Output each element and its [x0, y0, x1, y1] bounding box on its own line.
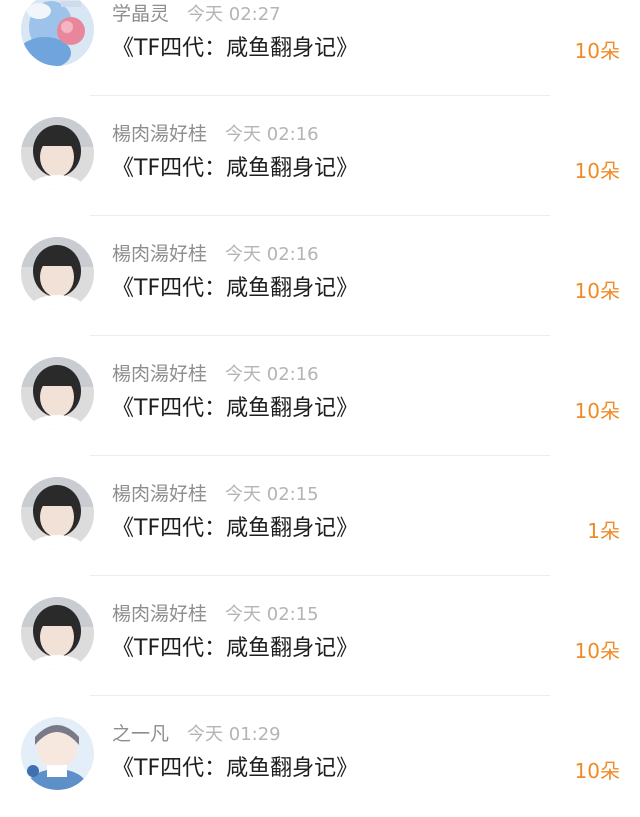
avatar[interactable] [21, 357, 94, 430]
gift-meta: 楊肉湯好桂 今天 02:15 [112, 481, 319, 507]
book-title[interactable]: 《TF四代：咸鱼翻身记》 [112, 754, 358, 784]
timestamp: 今天 02:27 [187, 4, 281, 25]
avatar[interactable] [21, 237, 94, 310]
avatar[interactable] [21, 717, 94, 790]
username[interactable]: 楊肉湯好桂 [112, 363, 207, 385]
anime-avatar-icon [21, 0, 94, 66]
gift-meta: 楊肉湯好桂 今天 02:15 [112, 601, 319, 627]
list-item[interactable]: 楊肉湯好桂 今天 02:15 《TF四代：咸鱼翻身记》 1朵 [0, 457, 640, 577]
gift-meta: 之一凡 今天 01:29 [112, 721, 281, 747]
flower-count: 10朵 [574, 759, 620, 783]
gift-meta: 学晶灵 今天 02:27 [112, 1, 281, 27]
divider [90, 455, 550, 456]
avatar[interactable] [21, 0, 94, 66]
timestamp: 今天 02:16 [225, 124, 319, 145]
book-title[interactable]: 《TF四代：咸鱼翻身记》 [112, 34, 358, 64]
gift-meta: 楊肉湯好桂 今天 02:16 [112, 121, 319, 147]
flower-count: 1朵 [587, 519, 620, 543]
list-item[interactable]: 楊肉湯好桂 今天 02:16 《TF四代：咸鱼翻身记》 10朵 [0, 217, 640, 337]
username[interactable]: 楊肉湯好桂 [112, 123, 207, 145]
divider [90, 695, 550, 696]
divider [90, 95, 550, 96]
gift-meta: 楊肉湯好桂 今天 02:16 [112, 241, 319, 267]
username[interactable]: 楊肉湯好桂 [112, 483, 207, 505]
avatar[interactable] [21, 597, 94, 670]
flower-count: 10朵 [574, 279, 620, 303]
timestamp: 今天 02:16 [225, 244, 319, 265]
flower-count: 10朵 [574, 159, 620, 183]
divider [90, 575, 550, 576]
portrait-avatar-icon [21, 477, 94, 550]
book-title[interactable]: 《TF四代：咸鱼翻身记》 [112, 154, 358, 184]
anime-avatar-icon [21, 717, 94, 790]
username[interactable]: 楊肉湯好桂 [112, 243, 207, 265]
portrait-avatar-icon [21, 357, 94, 430]
timestamp: 今天 02:15 [225, 604, 319, 625]
avatar[interactable] [21, 117, 94, 190]
book-title[interactable]: 《TF四代：咸鱼翻身记》 [112, 394, 358, 424]
username[interactable]: 之一凡 [112, 723, 169, 745]
list-item[interactable]: 楊肉湯好桂 今天 02:16 《TF四代：咸鱼翻身记》 10朵 [0, 97, 640, 217]
portrait-avatar-icon [21, 597, 94, 670]
book-title[interactable]: 《TF四代：咸鱼翻身记》 [112, 514, 358, 544]
list-item[interactable]: 楊肉湯好桂 今天 02:16 《TF四代：咸鱼翻身记》 10朵 [0, 337, 640, 457]
divider [90, 335, 550, 336]
portrait-avatar-icon [21, 117, 94, 190]
flower-count: 10朵 [574, 639, 620, 663]
book-title[interactable]: 《TF四代：咸鱼翻身记》 [112, 274, 358, 304]
username[interactable]: 楊肉湯好桂 [112, 603, 207, 625]
timestamp: 今天 02:16 [225, 364, 319, 385]
portrait-avatar-icon [21, 237, 94, 310]
flower-count: 10朵 [574, 39, 620, 63]
timestamp: 今天 01:29 [187, 724, 281, 745]
timestamp: 今天 02:15 [225, 484, 319, 505]
book-title[interactable]: 《TF四代：咸鱼翻身记》 [112, 634, 358, 664]
list-item[interactable]: 之一凡 今天 01:29 《TF四代：咸鱼翻身记》 10朵 [0, 697, 640, 817]
divider [90, 215, 550, 216]
list-item[interactable]: 学晶灵 今天 02:27 《TF四代：咸鱼翻身记》 10朵 [0, 0, 640, 97]
avatar[interactable] [21, 477, 94, 550]
list-item[interactable]: 楊肉湯好桂 今天 02:15 《TF四代：咸鱼翻身记》 10朵 [0, 577, 640, 697]
gift-meta: 楊肉湯好桂 今天 02:16 [112, 361, 319, 387]
username[interactable]: 学晶灵 [112, 3, 169, 25]
flower-count: 10朵 [574, 399, 620, 423]
